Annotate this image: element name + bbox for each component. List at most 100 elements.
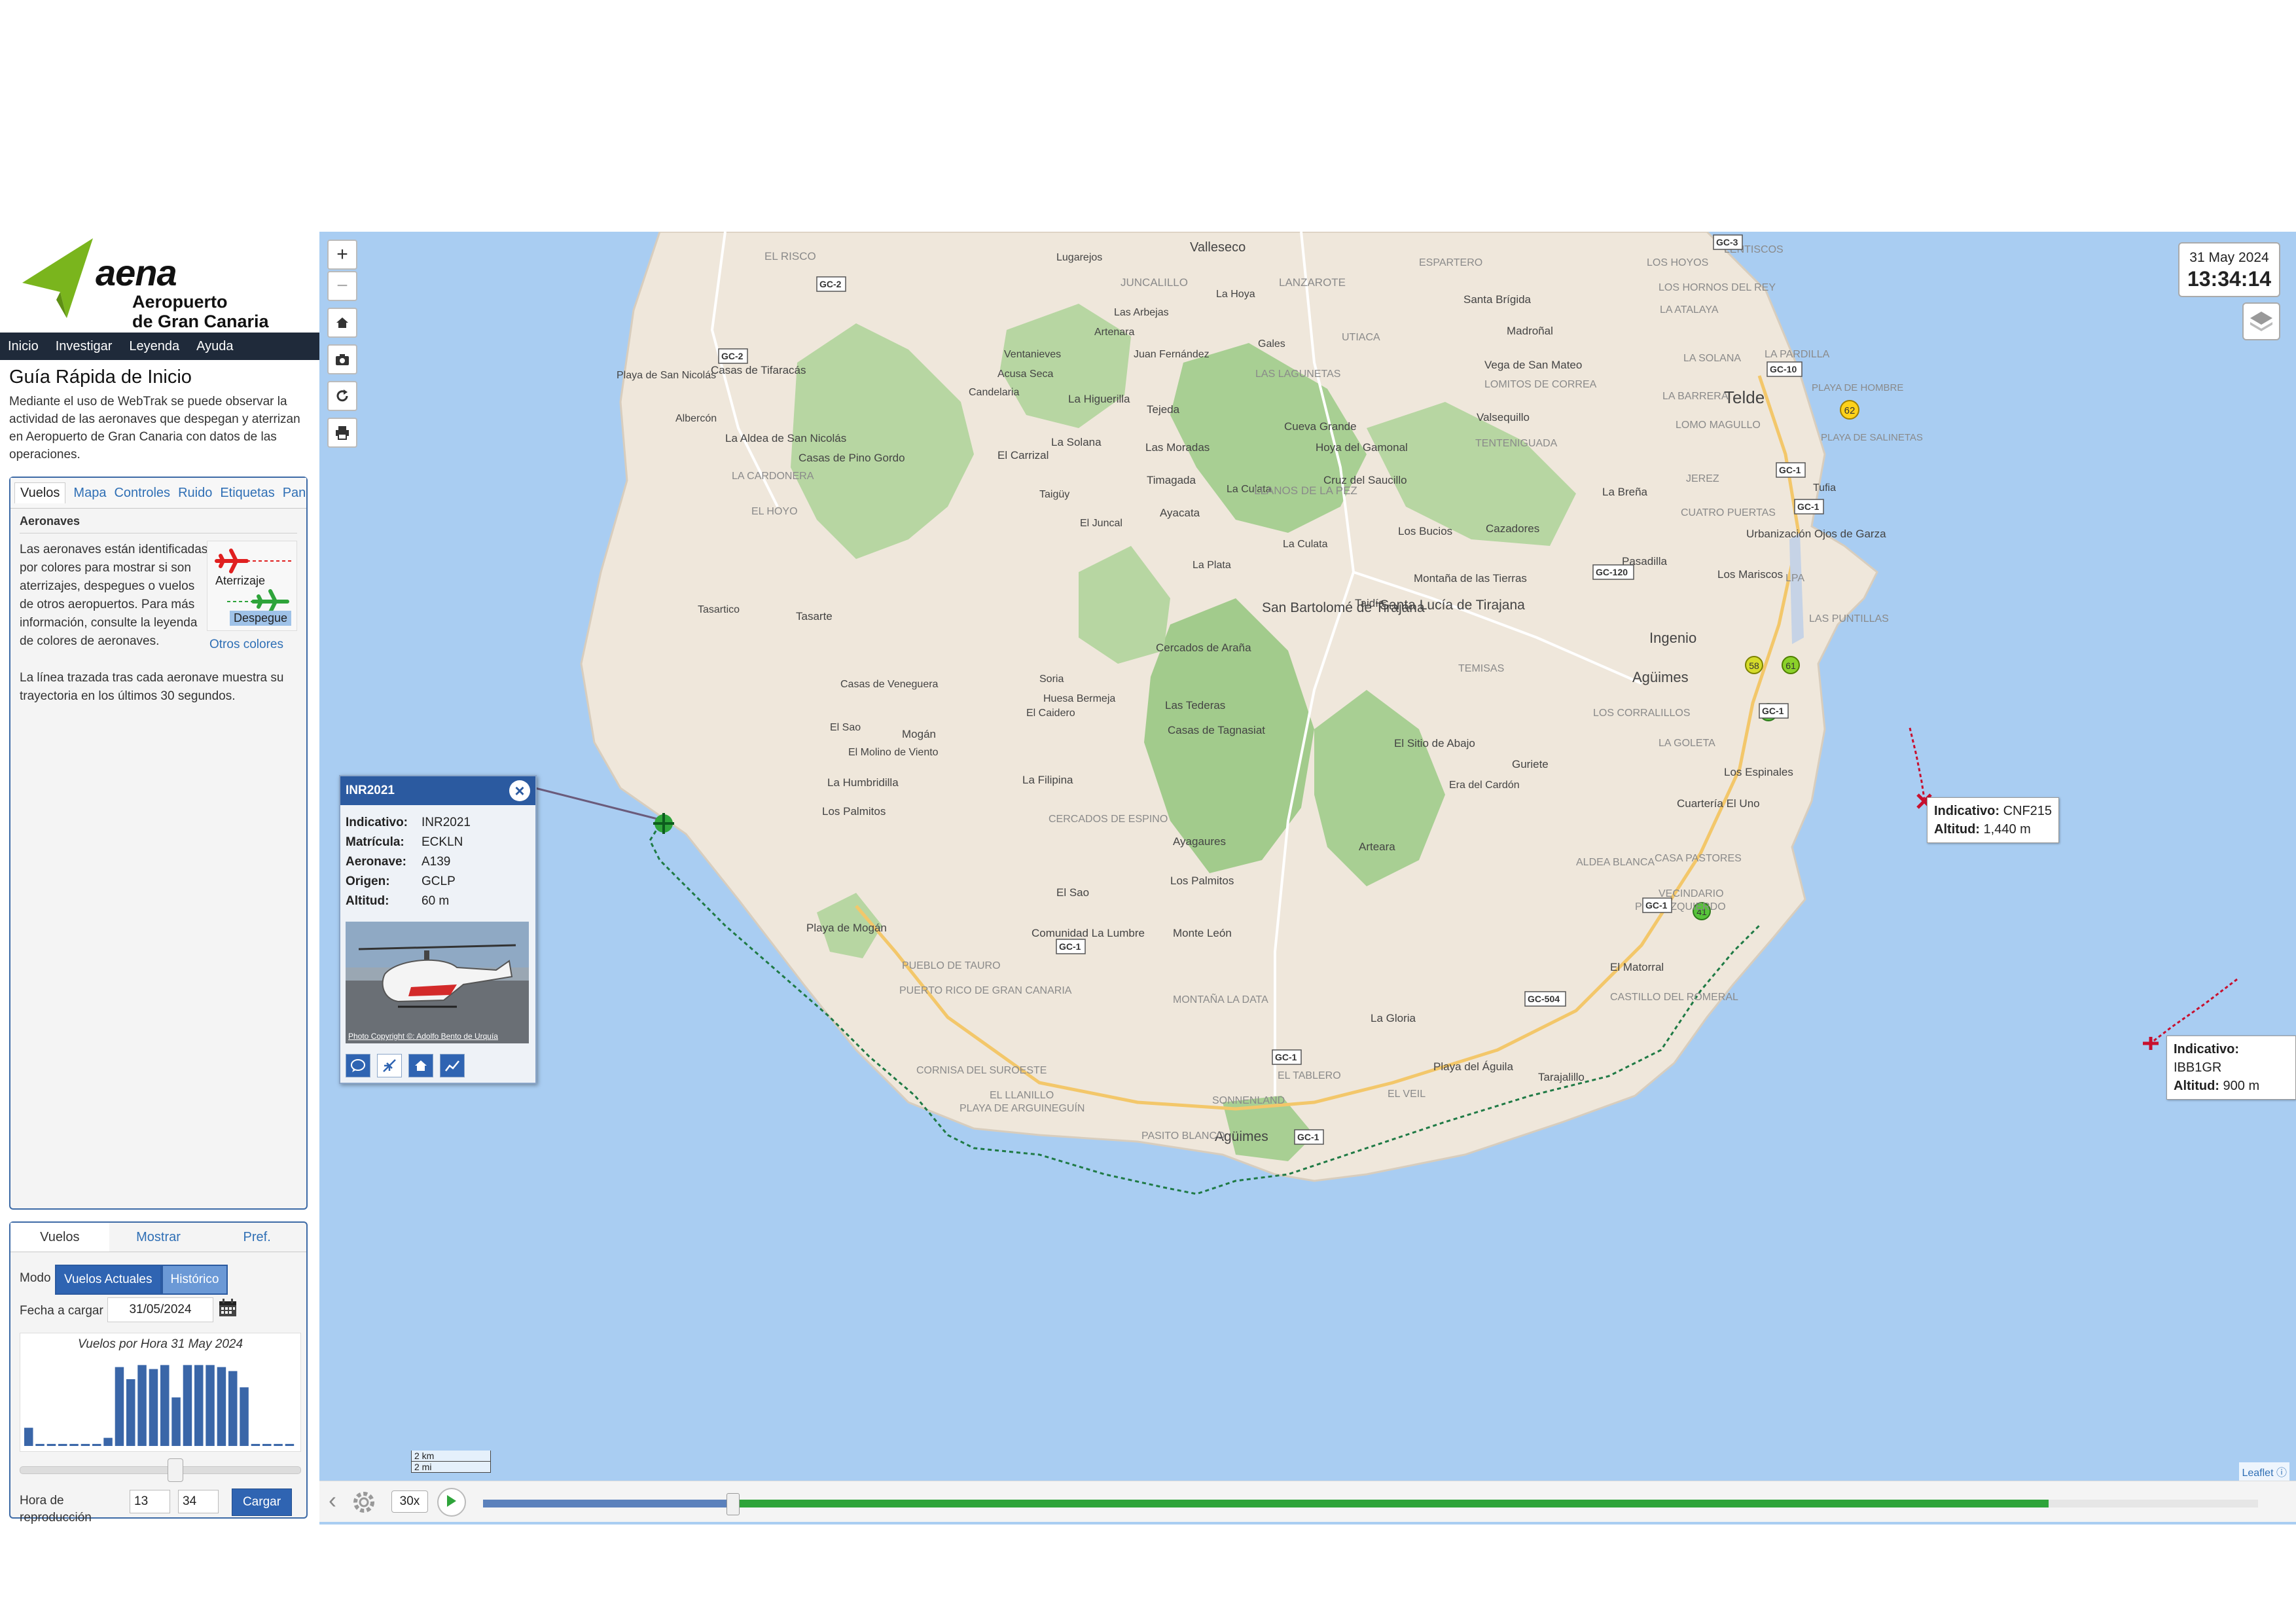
- timeline-handle[interactable]: [726, 1493, 740, 1515]
- place-label: PASITO BLANCO: [1141, 1130, 1225, 1142]
- popup-row: Indicativo: INR2021: [346, 816, 471, 830]
- hour-slider-track[interactable]: [20, 1466, 301, 1474]
- place-label: LOMITOS DE CORREA: [1484, 379, 1597, 390]
- print-button[interactable]: [327, 418, 357, 448]
- tab-mapa[interactable]: Mapa: [73, 486, 106, 501]
- history-button[interactable]: Histórico: [161, 1265, 228, 1295]
- chevron-left-icon[interactable]: ‹: [329, 1489, 336, 1512]
- aena-logo-mark: [22, 238, 93, 318]
- place-label: Las Tederas: [1165, 699, 1225, 712]
- place-label: Cercados de Araña: [1156, 641, 1251, 654]
- flight-info-button[interactable]: [377, 1054, 402, 1077]
- aeronaves-heading: Aeronaves: [20, 514, 81, 528]
- zoom-out-button[interactable]: −: [327, 271, 357, 301]
- place-label: JEREZ: [1686, 473, 1719, 484]
- camera-icon: [336, 354, 349, 365]
- minute-input[interactable]: 34: [178, 1490, 219, 1513]
- playback-bar: ‹ 30x: [319, 1481, 2296, 1522]
- road-label: GC-10: [1770, 364, 1797, 374]
- map[interactable]: 62 58 61 51 41 VallesecoEL RISCOLugarejo…: [319, 232, 2296, 1525]
- chart-bar-21: [262, 1443, 272, 1446]
- chart-bar-08: [115, 1367, 124, 1446]
- place-label: UTIACA: [1342, 332, 1380, 343]
- road-label: GC-504: [1528, 994, 1560, 1004]
- calendar-icon[interactable]: [217, 1297, 238, 1318]
- home-location-button[interactable]: [408, 1054, 433, 1077]
- place-label: LA SOLANA: [1683, 353, 1741, 364]
- hour-slider-handle[interactable]: [168, 1458, 183, 1482]
- comment-button[interactable]: [346, 1054, 370, 1077]
- photo-credit[interactable]: Photo Copyright ©: Adolfo Bento de Urquí…: [348, 1032, 498, 1041]
- refresh-icon: [336, 389, 348, 402]
- place-label: La Filipina: [1022, 774, 1073, 786]
- load-button[interactable]: Cargar: [232, 1489, 292, 1516]
- place-label: CERCADOS DE ESPINO: [1049, 814, 1168, 825]
- menu-item-ayuda[interactable]: Ayuda: [196, 339, 233, 354]
- popup-actions: [346, 1054, 465, 1077]
- chart-bar-04: [69, 1443, 79, 1446]
- date-input[interactable]: 31/05/2024: [107, 1297, 213, 1322]
- aircraft-label-ibb1gr[interactable]: Indicativo: IBB1GR Altitud: 900 m: [2166, 1036, 2296, 1100]
- place-label: LA CARDONERA: [732, 471, 814, 482]
- place-label: EL TABLERO: [1278, 1070, 1341, 1081]
- tab-ruido[interactable]: Ruido: [178, 486, 212, 501]
- place-label: PLAYA DE ARGUINEGUÍN: [960, 1102, 1085, 1114]
- altitude-key: Altitud:: [1934, 822, 1980, 837]
- popup-row: Altitud: 60 m: [346, 894, 449, 909]
- aircraft-label-cnf215[interactable]: Indicativo: CNF215 Altitud: 1,440 m: [1927, 797, 2060, 843]
- place-label: Madroñal: [1507, 325, 1553, 337]
- menu-item-leyenda[interactable]: Leyenda: [129, 339, 179, 354]
- road-label: GC-1: [1645, 900, 1668, 911]
- close-icon[interactable]: ×: [509, 780, 530, 801]
- place-label: Telde: [1724, 388, 1765, 407]
- map-attribution[interactable]: Leaflet ⓘ: [2239, 1462, 2289, 1481]
- tab-etiquetas[interactable]: Etiquetas: [220, 486, 274, 501]
- popup-title: INR2021: [346, 784, 395, 797]
- chart-bar-12: [160, 1365, 170, 1446]
- hour-input[interactable]: 13: [130, 1490, 170, 1513]
- playback-speed[interactable]: 30x: [391, 1490, 428, 1513]
- zoom-in-button[interactable]: +: [327, 240, 357, 270]
- flight-popup: INR2021 × Indicativo: INR2021 Matrícula: E…: [339, 775, 537, 1084]
- menu-item-inicio[interactable]: Inicio: [8, 339, 39, 354]
- place-label: Acusa Seca: [997, 369, 1053, 380]
- tab-vuelos[interactable]: Vuelos: [14, 482, 66, 503]
- tab-pref[interactable]: Pref.: [207, 1230, 306, 1245]
- screenshot-button[interactable]: [327, 344, 357, 374]
- place-label: EL LLANILLO: [990, 1090, 1054, 1101]
- play-button[interactable]: [437, 1488, 466, 1517]
- tab-mostrar[interactable]: Mostrar: [109, 1230, 208, 1245]
- place-label: Ventanieves: [1004, 349, 1061, 360]
- tab-vuelos-2[interactable]: Vuelos: [10, 1223, 109, 1252]
- place-label: Playa de Mogán: [806, 922, 887, 934]
- attribution-text[interactable]: Leaflet: [2242, 1468, 2273, 1479]
- tab-controles[interactable]: Controles: [114, 486, 170, 501]
- current-flights-button[interactable]: Vuelos Actuales: [55, 1265, 162, 1295]
- place-label: La Culata: [1283, 539, 1328, 550]
- info-icon[interactable]: ⓘ: [2276, 1468, 2287, 1479]
- home-button[interactable]: [327, 308, 357, 338]
- place-label: Urbanización Ojos de Garza: [1746, 528, 1886, 540]
- place-label: Santa Brígida: [1463, 293, 1532, 306]
- chart-bar-16: [206, 1365, 215, 1446]
- legend-departure: Despegue: [230, 611, 292, 626]
- place-label: LPA: [1785, 573, 1804, 584]
- place-label: LOS CORRALILLOS: [1593, 708, 1691, 719]
- gear-icon[interactable]: [351, 1489, 377, 1515]
- altitude-profile-button[interactable]: [440, 1054, 465, 1077]
- road-label: GC-1: [1797, 501, 1820, 512]
- aircraft-legend-image: Aterrizaje Despegue: [207, 541, 297, 631]
- place-label: Casas de Tagnasiat: [1168, 724, 1265, 736]
- row-value: A139: [422, 855, 451, 869]
- tab-paneles[interactable]: Paneles: [283, 486, 306, 501]
- place-label: CASA PASTORES: [1655, 853, 1742, 864]
- place-label: Santa Lucía de Tirajana: [1380, 598, 1525, 613]
- timeline-track[interactable]: [483, 1493, 2258, 1515]
- other-colors-link[interactable]: Otros colores: [209, 638, 283, 652]
- refresh-button[interactable]: [327, 381, 357, 411]
- layers-button[interactable]: [2242, 302, 2280, 340]
- menu-item-investigar[interactable]: Investigar: [56, 339, 113, 354]
- place-label: La Gloria: [1371, 1012, 1416, 1024]
- popup-row: Origen: GCLP: [346, 875, 456, 889]
- chart-bar-02: [46, 1443, 56, 1446]
